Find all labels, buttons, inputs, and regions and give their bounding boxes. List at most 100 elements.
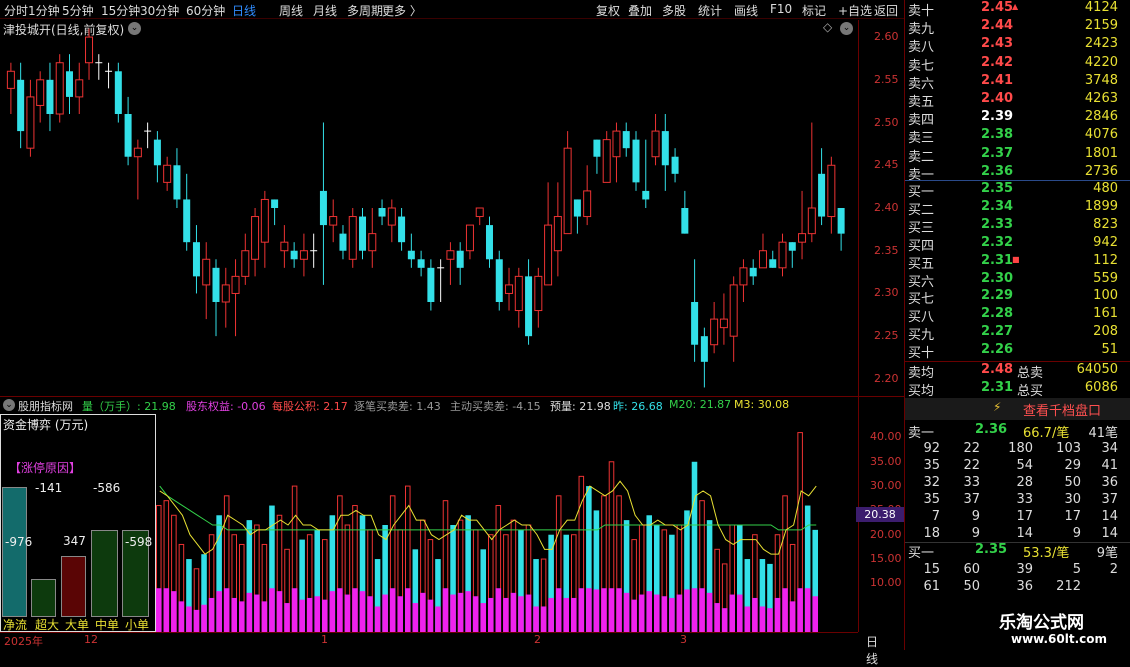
- volume-bar[interactable]: [291, 485, 298, 632]
- candle[interactable]: [280, 225, 289, 268]
- buy-row-1[interactable]: 买一 2.35 480: [905, 181, 1130, 200]
- candle[interactable]: [749, 259, 757, 285]
- volume-bar[interactable]: [729, 524, 735, 632]
- tab-2[interactable]: 5分钟: [62, 2, 94, 19]
- candle[interactable]: [446, 242, 455, 285]
- tab-4[interactable]: 30分钟: [140, 2, 179, 19]
- candle[interactable]: [514, 267, 523, 328]
- candle[interactable]: [583, 165, 592, 226]
- candle[interactable]: [691, 259, 699, 362]
- candle[interactable]: [612, 122, 621, 183]
- volume-bar[interactable]: [812, 529, 818, 632]
- volume-bar[interactable]: [518, 529, 524, 632]
- volume-bar[interactable]: [646, 515, 652, 632]
- volume-bar[interactable]: [284, 548, 290, 632]
- candle[interactable]: [437, 259, 445, 302]
- tab-3[interactable]: 15分钟: [101, 2, 140, 19]
- candle[interactable]: [778, 233, 787, 277]
- volume-bar[interactable]: [329, 515, 336, 632]
- volume-bar[interactable]: [540, 558, 547, 632]
- toolbar-btn-7[interactable]: +自选: [838, 2, 872, 19]
- candle[interactable]: [241, 233, 250, 285]
- candle[interactable]: [593, 139, 601, 174]
- candle[interactable]: [124, 96, 132, 166]
- candle[interactable]: [807, 122, 816, 243]
- tab-9[interactable]: 多周期: [347, 2, 383, 19]
- candle[interactable]: [212, 259, 220, 337]
- volume-bar[interactable]: [178, 543, 185, 632]
- volume-bar[interactable]: [495, 505, 502, 632]
- volume-bar[interactable]: [608, 461, 615, 632]
- candle[interactable]: [133, 139, 142, 200]
- buy-row-5[interactable]: 买五 2.31 ■ 112: [905, 253, 1130, 272]
- candle[interactable]: [319, 122, 327, 285]
- candle[interactable]: [387, 199, 396, 243]
- buy-row-2[interactable]: 买二 2.34 1899: [905, 199, 1130, 218]
- volume-bar[interactable]: [322, 539, 328, 632]
- volume-bar[interactable]: [344, 524, 351, 632]
- candle[interactable]: [329, 199, 338, 243]
- buy-row-3[interactable]: 买三 2.33 823: [905, 217, 1130, 236]
- candle[interactable]: [407, 233, 415, 268]
- candle[interactable]: [153, 131, 161, 183]
- candle[interactable]: [729, 276, 738, 362]
- candle[interactable]: [427, 259, 435, 311]
- candle[interactable]: [710, 302, 719, 354]
- volume-bar[interactable]: [306, 534, 313, 632]
- volume-bar[interactable]: [472, 529, 479, 632]
- buy-row-9[interactable]: 买九 2.27 208: [905, 324, 1130, 343]
- candle[interactable]: [202, 242, 211, 320]
- candle[interactable]: [114, 62, 122, 123]
- volume-bar[interactable]: [699, 500, 705, 632]
- volume-bar[interactable]: [239, 543, 245, 632]
- volume-bar[interactable]: [156, 505, 162, 632]
- volume-bar[interactable]: [314, 529, 320, 632]
- volume-bar[interactable]: [669, 534, 675, 632]
- candle[interactable]: [475, 207, 484, 226]
- candle[interactable]: [144, 122, 152, 149]
- sell-row-4[interactable]: 卖四 2.39 2846: [905, 109, 1130, 128]
- candle[interactable]: [544, 182, 553, 286]
- candle[interactable]: [818, 148, 826, 226]
- volume-bar[interactable]: [759, 559, 766, 632]
- candle[interactable]: [65, 54, 73, 114]
- volume-bar[interactable]: [782, 495, 788, 632]
- candle[interactable]: [231, 259, 240, 337]
- sell-row-8[interactable]: 卖八 2.43 2423: [905, 36, 1130, 55]
- indicator-chevron-icon[interactable]: ⌄: [3, 399, 15, 411]
- volume-bar[interactable]: [533, 559, 539, 632]
- sell-row-5[interactable]: 卖五 2.40 4263: [905, 91, 1130, 110]
- tab-5[interactable]: 60分钟: [186, 2, 225, 19]
- candle[interactable]: [671, 148, 679, 183]
- volume-bar[interactable]: [555, 495, 562, 632]
- candle[interactable]: [299, 233, 308, 277]
- volume-bar[interactable]: [397, 529, 404, 632]
- buy-row-8[interactable]: 买八 2.28 161: [905, 306, 1130, 325]
- candle[interactable]: [192, 225, 200, 294]
- volume-bar[interactable]: [601, 495, 607, 632]
- candle[interactable]: [788, 242, 796, 268]
- candle[interactable]: [339, 225, 347, 260]
- volume-bar[interactable]: [774, 534, 781, 632]
- candle[interactable]: [348, 208, 357, 268]
- candle[interactable]: [769, 250, 777, 268]
- volume-bar[interactable]: [767, 563, 773, 632]
- tab-1[interactable]: 1分钟: [28, 2, 60, 19]
- tab-10[interactable]: 更多 〉: [382, 2, 422, 19]
- candle[interactable]: [75, 62, 84, 114]
- volume-bar[interactable]: [374, 559, 381, 632]
- candle[interactable]: [534, 267, 543, 328]
- candle[interactable]: [651, 114, 660, 166]
- candle[interactable]: [55, 54, 64, 123]
- volume-bar[interactable]: [691, 461, 698, 632]
- volume-bar[interactable]: [654, 525, 660, 632]
- candle[interactable]: [661, 114, 669, 191]
- candle[interactable]: [827, 156, 836, 234]
- volume-bar[interactable]: [389, 495, 396, 632]
- candle[interactable]: [163, 156, 172, 191]
- volume-bar[interactable]: [789, 543, 796, 632]
- volume-bar[interactable]: [246, 520, 253, 632]
- buy-row-10[interactable]: 买十 2.26 51: [905, 342, 1130, 361]
- toolbar-btn-0[interactable]: 复权: [596, 2, 620, 19]
- candle[interactable]: [485, 216, 493, 268]
